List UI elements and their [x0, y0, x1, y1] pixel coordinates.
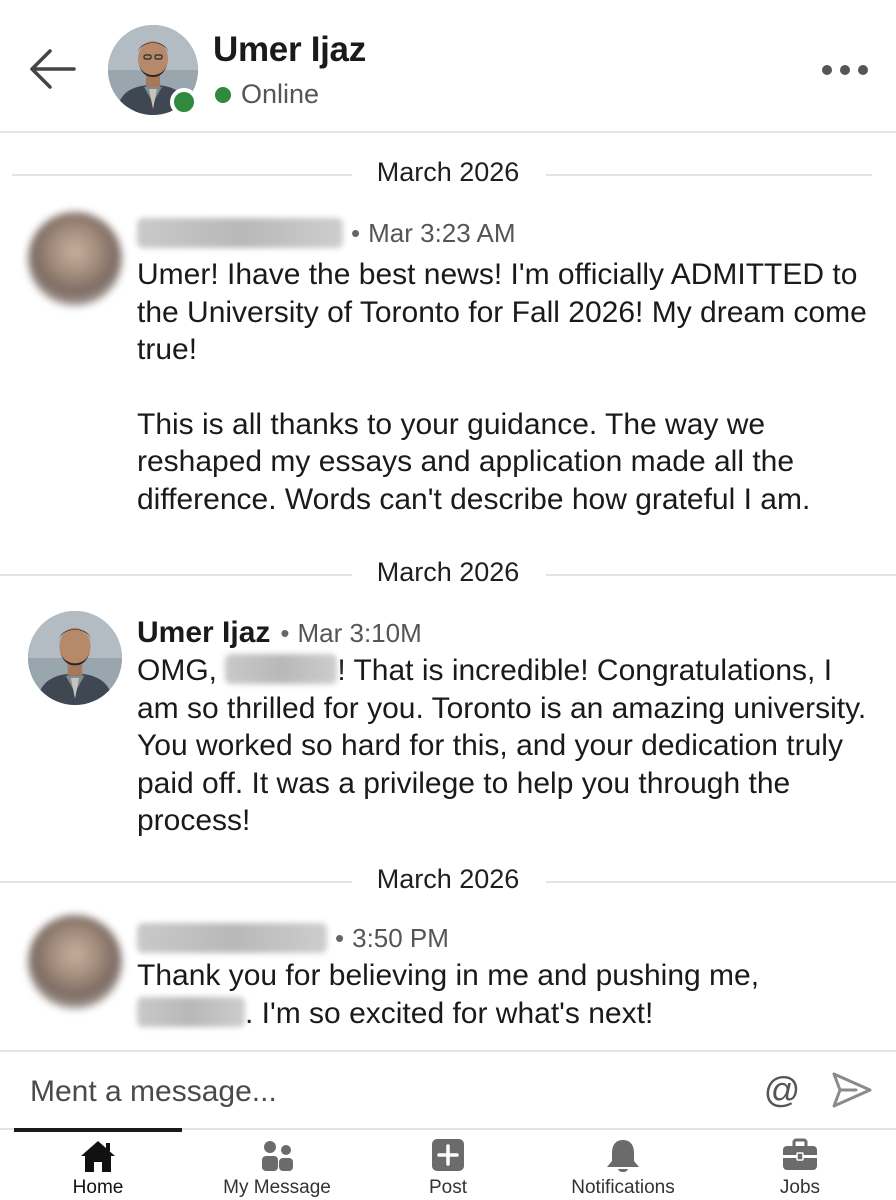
blurred-recipient-name [225, 654, 338, 685]
nav-label: Post [428, 1177, 468, 1198]
arrow-left-icon[interactable] [26, 46, 78, 92]
status-dot-icon [215, 86, 231, 103]
message-meta: Umer Ijaz • Mar 3:10M [137, 616, 422, 650]
status-text: Online [241, 79, 320, 109]
message-text: Thank you for believing in me and pushin… [137, 957, 867, 1032]
mention-button[interactable]: @ [762, 1070, 802, 1110]
message-input[interactable] [30, 1070, 730, 1114]
sender-avatar-blurred[interactable] [28, 915, 122, 1009]
bell-icon [607, 1140, 639, 1172]
chat-header: Umer Ijaz Online [0, 0, 896, 133]
message-text-start: OMG, [137, 654, 226, 687]
date-divider: March 2026 [0, 557, 896, 593]
send-icon[interactable] [830, 1068, 874, 1112]
bottom-navigation: Home My Message Post Notifications Jobs [0, 1128, 896, 1200]
date-divider: March 2026 [0, 864, 896, 900]
nav-label: Jobs [779, 1177, 821, 1198]
nav-jobs[interactable]: Jobs [750, 1130, 850, 1200]
briefcase-icon [783, 1138, 817, 1170]
nav-label: Notifications [571, 1177, 675, 1198]
nav-notifications[interactable]: Notifications [558, 1130, 688, 1200]
blurred-sender-name [137, 218, 343, 248]
message-text-end: . I'm so excited for what's next! [245, 996, 654, 1030]
message-timestamp: 3:50 PM [352, 922, 449, 953]
nav-my-message[interactable]: My Message [207, 1130, 347, 1200]
contact-status: Online [213, 79, 319, 110]
message-composer: @ [0, 1050, 896, 1128]
message-meta: • 3:50 PM [137, 921, 449, 955]
message-timestamp: Mar 3:23 AM [368, 217, 516, 248]
message-paragraph: This is all thanks to your guidance. The… [137, 407, 811, 516]
message-paragraph: Umer! Ihave the best news! I'm officiall… [137, 258, 867, 366]
sender-avatar[interactable] [28, 611, 122, 705]
sender-avatar-blurred[interactable] [28, 212, 122, 306]
message-meta: • Mar 3:23 AM [137, 216, 516, 250]
message-text: Umer! Ihave the best news! I'm officiall… [137, 256, 867, 518]
date-divider-label: March 2026 [376, 557, 520, 587]
message-text: OMG, ! That is incredible! Congratulatio… [137, 652, 867, 840]
date-divider: March 2026 [0, 157, 896, 193]
message-timestamp: Mar 3:10M [297, 617, 422, 648]
nav-post[interactable]: Post [398, 1130, 498, 1200]
date-divider-label: March 2026 [376, 157, 520, 187]
message-sender[interactable]: Umer Ijaz [137, 616, 270, 650]
date-divider-label: March 2026 [376, 864, 520, 894]
nav-label: My Message [223, 1177, 331, 1198]
blurred-recipient-name [137, 996, 245, 1027]
nav-home[interactable]: Home [38, 1130, 158, 1200]
message-text-start: Thank you for believing in me and pushin… [137, 959, 760, 992]
plus-square-icon [432, 1139, 464, 1171]
nav-label: Home [72, 1177, 124, 1198]
ellipsis-icon[interactable] [822, 62, 868, 78]
people-icon [262, 1141, 293, 1171]
contact-name[interactable]: Umer Ijaz [213, 30, 366, 70]
blurred-sender-name [137, 923, 327, 953]
online-indicator [170, 88, 198, 116]
home-icon [81, 1141, 115, 1172]
